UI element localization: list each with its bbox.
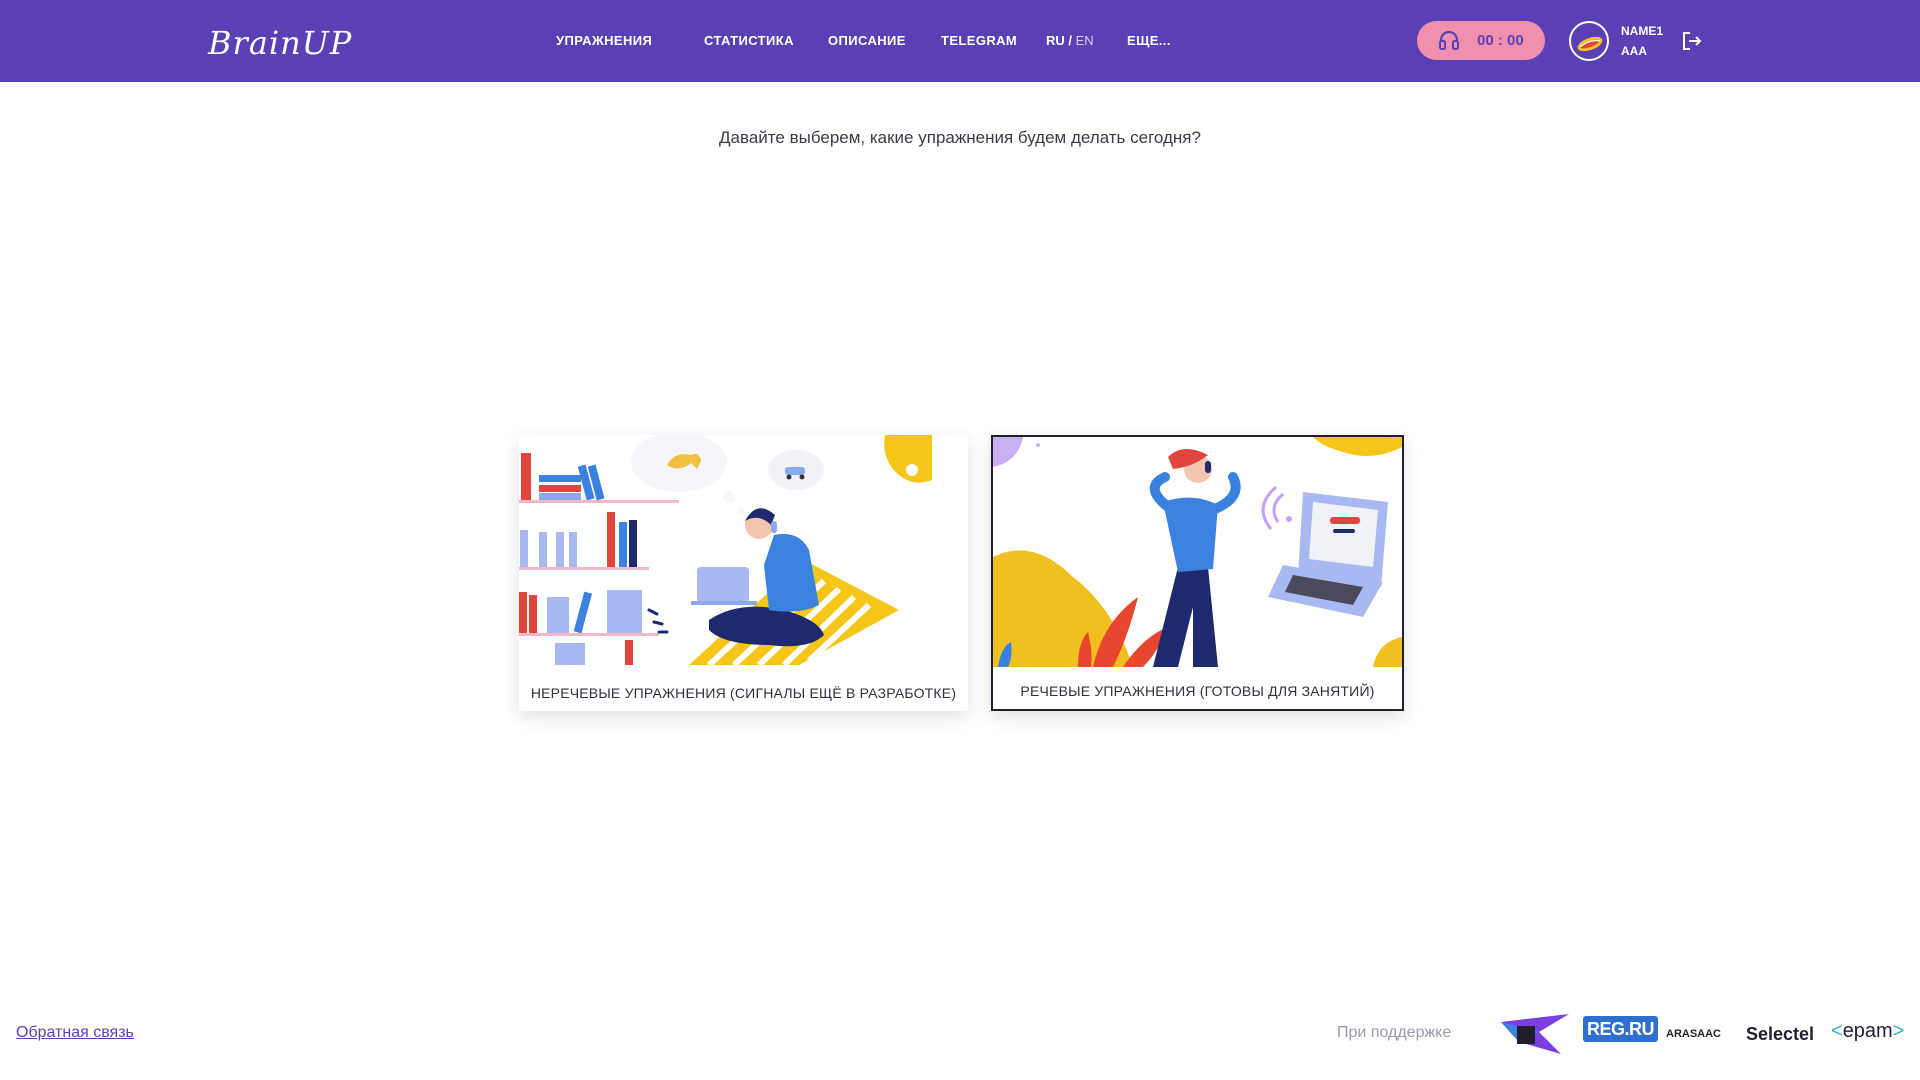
lang-ru[interactable]: RU (1046, 33, 1065, 48)
sponsor-arasaac-logo[interactable]: ARASAAC (1666, 1028, 1721, 1072)
regru-text: REG.RU (1583, 1016, 1659, 1042)
session-timer[interactable]: 00 : 00 (1417, 21, 1545, 60)
timer-value: 00 : 00 (1477, 32, 1524, 49)
nav-more[interactable]: ЕЩЕ... (1127, 33, 1171, 48)
sponsor-logo-1[interactable] (1499, 1012, 1571, 1056)
arasaac-text: ARASAAC (1666, 1028, 1721, 1040)
speech-exercises-card[interactable]: РЕЧЕВЫЕ УПРАЖНЕНИЯ (ГОТОВЫ ДЛЯ ЗАНЯТИЙ) (991, 435, 1404, 711)
epam-bracket-right: > (1892, 1020, 1905, 1042)
language-switcher: RU / EN (1046, 33, 1094, 48)
user-avatar[interactable] (1569, 21, 1609, 61)
feedback-link[interactable]: Обратная связь (16, 1024, 134, 1042)
speech-exercises-label: РЕЧЕВЫЕ УПРАЖНЕНИЯ (ГОТОВЫ ДЛЯ ЗАНЯТИЙ) (1020, 683, 1375, 699)
top-navbar: BrainUP УПРАЖНЕНИЯ СТАТИСТИКА ОПИСАНИЕ T… (0, 0, 1920, 82)
brainup-logo[interactable]: BrainUP (208, 24, 352, 62)
headphones-icon (1439, 30, 1459, 50)
nav-exercises[interactable]: УПРАЖНЕНИЯ (556, 33, 652, 48)
user-name: NAME1 (1621, 24, 1664, 38)
logout-icon[interactable] (1681, 31, 1703, 51)
avatar-image (1577, 36, 1603, 52)
girl-with-headphones-illustration (993, 437, 1402, 667)
nav-statistics[interactable]: СТАТИСТИКА (704, 33, 794, 48)
epam-text: epam (1842, 1020, 1893, 1042)
lang-en[interactable]: EN (1076, 33, 1094, 48)
nav-telegram[interactable]: TELEGRAM (941, 33, 1017, 48)
nav-description[interactable]: ОПИСАНИЕ (828, 33, 906, 48)
page-subtitle: Давайте выберем, какие упражнения будем … (719, 128, 1201, 147)
non-speech-exercises-label: НЕРЕЧЕВЫЕ УПРАЖНЕНИЯ (СИГНАЛЫ ЕЩЁ В РАЗР… (530, 685, 957, 701)
lang-separator: / (1064, 33, 1076, 48)
sponsor-epam-logo[interactable]: <epam> (1831, 1020, 1904, 1064)
selectel-text: Selectel (1746, 1024, 1815, 1044)
sponsor-regru-logo[interactable]: REG.RU (1583, 1016, 1659, 1063)
child-with-laptop-illustration (519, 435, 932, 665)
non-speech-exercises-card[interactable]: НЕРЕЧЕВЫЕ УПРАЖНЕНИЯ (СИГНАЛЫ ЕЩЁ В РАЗР… (519, 435, 968, 711)
epam-bracket-left: < (1831, 1020, 1843, 1042)
sponsor-selectel-logo[interactable]: Selectel (1746, 1024, 1814, 1068)
support-label: При поддержке (1337, 1024, 1452, 1041)
user-subname: AAA (1621, 44, 1647, 58)
